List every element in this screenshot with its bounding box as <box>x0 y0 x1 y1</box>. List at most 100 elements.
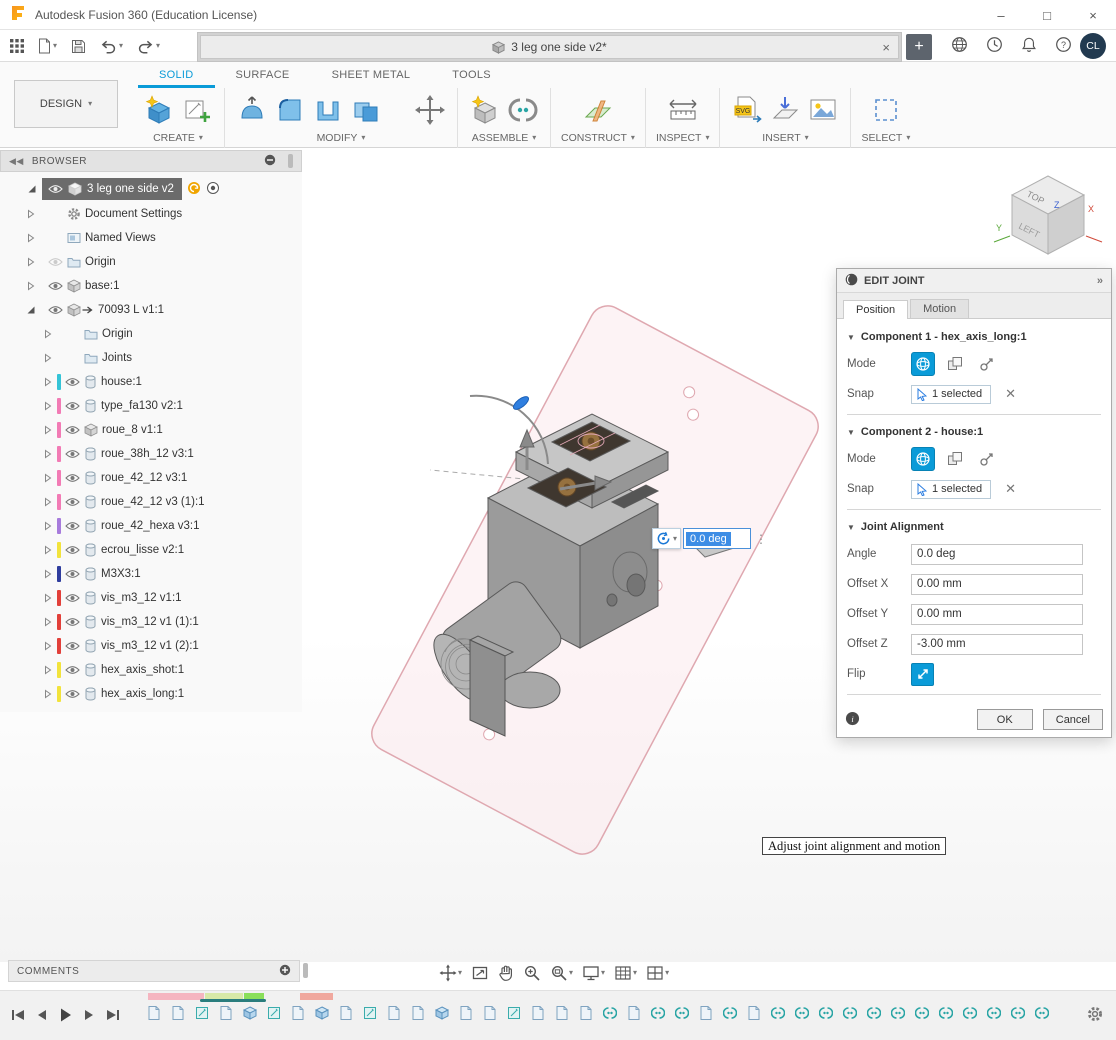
mode-two-edge-intersection-button[interactable] <box>975 352 999 376</box>
expand-icon[interactable] <box>42 521 53 531</box>
timeline-joint-icon[interactable] <box>674 1004 689 1021</box>
browser-item[interactable]: hex_axis_shot:1 <box>0 658 302 682</box>
insert-svg-icon[interactable]: SVG <box>730 93 764 127</box>
browser-item[interactable]: Joints <box>0 346 302 370</box>
timeline-extrude-icon[interactable] <box>242 1004 257 1021</box>
step-back-button[interactable] <box>35 1008 49 1022</box>
new-solid-icon[interactable] <box>142 93 176 127</box>
timeline-joint-icon[interactable] <box>866 1004 881 1021</box>
timeline-sketch-icon[interactable] <box>506 1004 521 1021</box>
ribbon-tab-surface[interactable]: SURFACE <box>215 62 311 88</box>
mode-between-two-faces-button[interactable] <box>943 352 967 376</box>
timeline-joint-icon[interactable] <box>986 1004 1001 1021</box>
visibility-eye-icon[interactable] <box>48 184 63 194</box>
component2-section-header[interactable]: ▼ Component 2 - house:1 <box>847 420 1101 444</box>
timeline-joint-icon[interactable] <box>602 1004 617 1021</box>
construction-plane-icon[interactable] <box>581 93 615 127</box>
close-tab-icon[interactable]: × <box>882 40 890 55</box>
notifications-bell-icon[interactable] <box>1021 36 1037 56</box>
component1-section-header[interactable]: ▼ Component 1 - hex_axis_long:1 <box>847 325 1101 349</box>
save-button[interactable] <box>69 37 88 56</box>
expand-icon[interactable] <box>42 593 53 603</box>
group-label-assemble[interactable]: ASSEMBLE <box>472 132 529 144</box>
visibility-eye-icon[interactable] <box>48 305 63 315</box>
browser-item[interactable]: hex_axis_long:1 <box>0 682 302 706</box>
file-menu-button[interactable]: ▾ <box>36 36 59 56</box>
joint-icon[interactable] <box>506 93 540 127</box>
collapse-icon[interactable] <box>25 305 36 315</box>
component1-snap-selection[interactable]: 1 selected <box>911 385 991 404</box>
undo-button[interactable]: ▾ <box>98 37 125 56</box>
measure-icon[interactable] <box>666 93 700 127</box>
visibility-eye-icon[interactable] <box>65 569 80 579</box>
widget-drag-grip-icon[interactable]: ⋮ <box>754 528 768 549</box>
visibility-eye-icon[interactable] <box>65 377 80 387</box>
mode-simple-button[interactable] <box>911 447 935 471</box>
ribbon-tab-tools[interactable]: TOOLS <box>431 62 512 88</box>
timeline-joint-icon[interactable] <box>722 1004 737 1021</box>
clear-selection-icon[interactable]: ✕ <box>1005 481 1016 497</box>
zoom-icon[interactable] <box>522 963 542 983</box>
browser-item[interactable]: Origin <box>0 250 302 274</box>
mode-two-edge-intersection-button[interactable] <box>975 447 999 471</box>
browser-item[interactable]: house:1 <box>0 370 302 394</box>
insert-image-icon[interactable] <box>806 93 840 127</box>
browser-item[interactable]: vis_m3_12 v1 (1):1 <box>0 610 302 634</box>
timeline-joint-icon[interactable] <box>794 1004 809 1021</box>
tab-motion[interactable]: Motion <box>910 299 969 318</box>
comments-resize-grip[interactable] <box>303 963 308 978</box>
timeline-component-icon[interactable] <box>146 1004 161 1021</box>
joint-alignment-section-header[interactable]: ▼ Joint Alignment <box>847 515 1101 539</box>
timeline-component-icon[interactable] <box>626 1004 641 1021</box>
play-button[interactable] <box>58 1007 73 1023</box>
timeline-joint-icon[interactable] <box>818 1004 833 1021</box>
offset-y-field[interactable] <box>911 604 1083 625</box>
move-copy-icon[interactable] <box>413 93 447 127</box>
visibility-eye-icon[interactable] <box>65 665 80 675</box>
visibility-eye-icon[interactable] <box>48 281 63 291</box>
browser-item[interactable]: roue_8 v1:1 <box>0 418 302 442</box>
visibility-eye-icon[interactable] <box>65 401 80 411</box>
visibility-eye-icon[interactable] <box>48 257 63 267</box>
visibility-eye-icon[interactable] <box>65 617 80 627</box>
timeline-component-icon[interactable] <box>170 1004 185 1021</box>
browser-item[interactable]: roue_42_12 v3 (1):1 <box>0 490 302 514</box>
close-button[interactable]: × <box>1070 0 1116 30</box>
group-label-insert[interactable]: INSERT <box>762 132 800 144</box>
expand-icon[interactable] <box>25 209 36 219</box>
visibility-eye-icon[interactable] <box>65 425 80 435</box>
combine-icon[interactable] <box>349 93 383 127</box>
collapse-icon[interactable] <box>26 184 37 194</box>
timeline-component-icon[interactable] <box>218 1004 233 1021</box>
timeline-extrude-icon[interactable] <box>314 1004 329 1021</box>
help-icon[interactable]: ? <box>1055 36 1072 56</box>
browser-item[interactable]: roue_42_12 v3:1 <box>0 466 302 490</box>
offset-z-field[interactable] <box>911 634 1083 655</box>
timeline-component-icon[interactable] <box>410 1004 425 1021</box>
timeline-joint-icon[interactable] <box>914 1004 929 1021</box>
redo-button[interactable]: ▾ <box>135 37 162 56</box>
mode-between-two-faces-button[interactable] <box>943 447 967 471</box>
timeline-joint-icon[interactable] <box>938 1004 953 1021</box>
update-available-icon[interactable] <box>187 181 201 198</box>
timeline-component-icon[interactable] <box>458 1004 473 1021</box>
browser-root-item[interactable]: 3 leg one side v2 <box>26 178 302 200</box>
panel-resize-grip[interactable] <box>288 154 293 168</box>
panel-menu-icon[interactable] <box>264 154 276 169</box>
clear-selection-icon[interactable]: ✕ <box>1005 386 1016 402</box>
expand-icon[interactable] <box>42 425 53 435</box>
shell-icon[interactable] <box>311 93 345 127</box>
timeline-component-icon[interactable] <box>338 1004 353 1021</box>
browser-item[interactable]: vis_m3_12 v1 (2):1 <box>0 634 302 658</box>
extensions-globe-icon[interactable] <box>951 36 968 56</box>
expand-icon[interactable] <box>42 353 53 363</box>
insert-derive-icon[interactable] <box>768 93 802 127</box>
comments-menu-icon[interactable] <box>279 964 291 979</box>
rotate-mode-button[interactable]: ▾ <box>652 528 681 549</box>
angle-value-input[interactable]: 0.0 deg <box>683 528 751 549</box>
timeline-component-icon[interactable] <box>530 1004 545 1021</box>
step-forward-button[interactable] <box>82 1008 96 1022</box>
expand-icon[interactable] <box>42 473 53 483</box>
info-icon[interactable]: i <box>845 711 860 729</box>
section-collapse-icon[interactable]: ▼ <box>847 523 855 532</box>
